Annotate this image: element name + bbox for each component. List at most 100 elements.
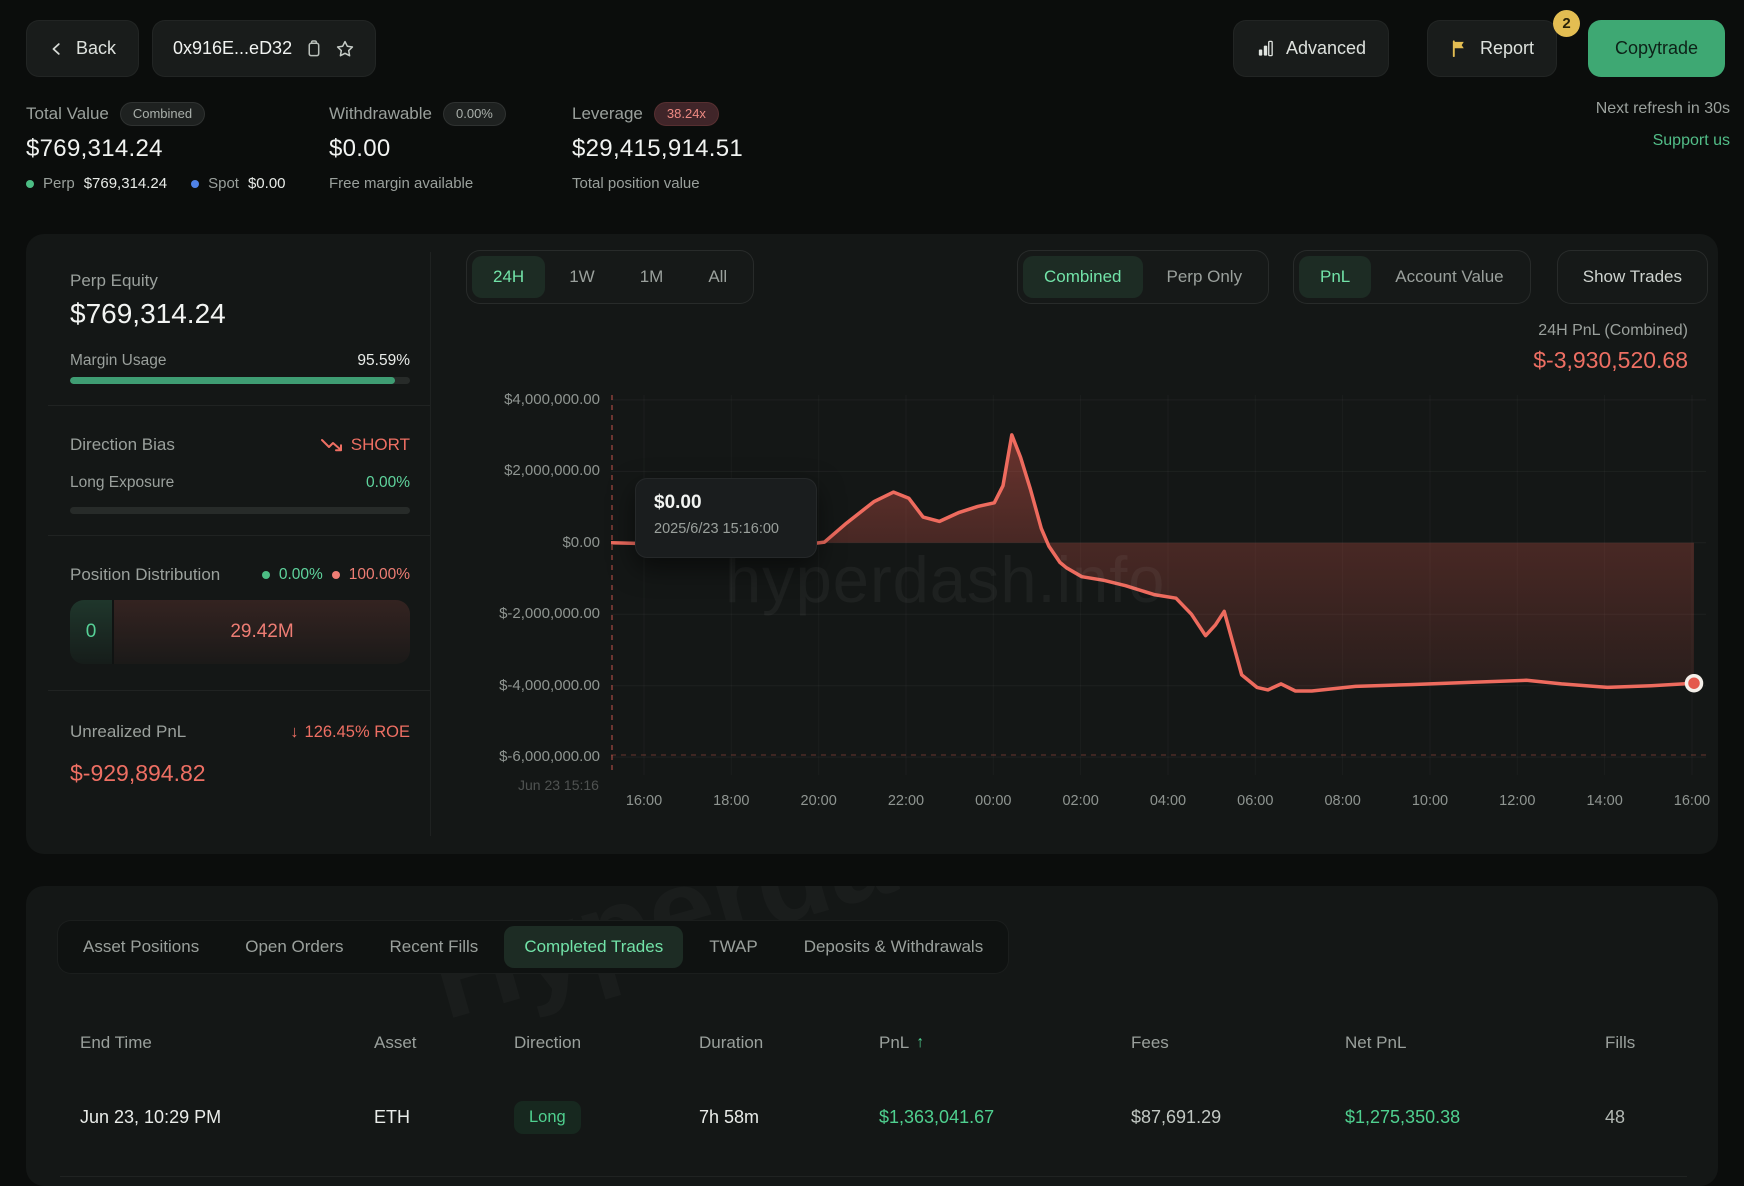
back-button[interactable]: Back	[26, 20, 139, 77]
report-count-badge: 2	[1553, 10, 1580, 37]
report-button[interactable]: Report	[1427, 20, 1557, 77]
tab-recent-fills[interactable]: Recent Fills	[370, 926, 499, 968]
x-tick: 02:00	[1046, 793, 1116, 809]
tab-open-orders[interactable]: Open Orders	[225, 926, 363, 968]
x-tick: 16:00	[609, 793, 679, 809]
col-header-fees[interactable]: Fees	[1131, 1033, 1345, 1053]
cell-pnl: $1,363,041.67	[879, 1107, 1131, 1128]
col-header-fills[interactable]: Fills	[1605, 1033, 1687, 1053]
long-amount: 0	[70, 600, 114, 664]
tab-twap[interactable]: TWAP	[689, 926, 777, 968]
chevron-left-icon	[49, 41, 65, 57]
chart-tooltip: $0.00 2025/6/23 15:16:00	[635, 478, 817, 558]
metric-tab-pnl[interactable]: PnL	[1299, 256, 1371, 298]
withdrawable-value: $0.00	[329, 135, 506, 163]
range-tab-1w[interactable]: 1W	[548, 256, 616, 298]
x-tick: 12:00	[1482, 793, 1552, 809]
wallet-address-pill[interactable]: 0x916E...eD32	[152, 20, 376, 77]
leverage-value: $29,415,914.51	[572, 135, 743, 163]
pnl-chart-plot[interactable]	[611, 390, 1706, 775]
tab-asset-positions[interactable]: Asset Positions	[63, 926, 219, 968]
leverage-sub: Total position value	[572, 175, 700, 192]
spot-value: $0.00	[248, 175, 286, 192]
margin-usage-bar	[70, 377, 410, 384]
scope-tabs: CombinedPerp Only	[1017, 250, 1269, 304]
scope-tab-combined[interactable]: Combined	[1023, 256, 1143, 298]
stat-leverage: Leverage 38.24x $29,415,914.51 Total pos…	[572, 100, 743, 192]
tab-deposits-withdrawals[interactable]: Deposits & Withdrawals	[784, 926, 1004, 968]
back-label: Back	[76, 38, 116, 59]
direction-bias-value: SHORT	[351, 435, 410, 455]
col-header-pnl[interactable]: PnL↑	[879, 1033, 1131, 1053]
tooltip-value: $0.00	[654, 492, 798, 514]
perp-value: $769,314.24	[84, 175, 167, 192]
cell-fees: $87,691.29	[1131, 1107, 1345, 1128]
report-label: Report	[1480, 38, 1534, 59]
copy-icon[interactable]	[305, 39, 322, 58]
short-pct: 100.00%	[349, 566, 410, 584]
y-tick: $-4,000,000.00	[440, 676, 600, 696]
table-row[interactable]: Jun 23, 10:29 PMETHLong7h 58m$1,363,041.…	[60, 1078, 1687, 1156]
range-tab-all[interactable]: All	[687, 256, 748, 298]
perp-dot-icon	[26, 180, 34, 188]
copytrade-button[interactable]: Copytrade	[1588, 20, 1725, 77]
col-header-net-pnl[interactable]: Net PnL	[1345, 1033, 1605, 1053]
direction-bias-label: Direction Bias	[70, 435, 175, 455]
perp-label: Perp	[43, 175, 75, 192]
x-tick: 14:00	[1570, 793, 1640, 809]
col-label: PnL	[879, 1033, 909, 1053]
overview-panel: Perp Equity $769,314.24 Margin Usage 95.…	[26, 234, 1718, 854]
col-header-duration[interactable]: Duration	[699, 1033, 879, 1053]
col-header-direction[interactable]: Direction	[514, 1033, 699, 1053]
star-icon[interactable]	[335, 39, 355, 59]
margin-usage-label: Margin Usage	[70, 352, 167, 370]
support-us-link[interactable]: Support us	[1653, 132, 1730, 150]
long-pct: 0.00%	[279, 566, 323, 584]
col-label: Duration	[699, 1033, 763, 1053]
row-divider	[60, 1176, 1687, 1177]
y-tick: $-2,000,000.00	[440, 604, 600, 624]
total-value: $769,314.24	[26, 135, 286, 163]
vertical-divider	[430, 252, 431, 836]
page: Back 0x916E...eD32 Advanced Report 2 Cop…	[0, 0, 1744, 1186]
col-header-end-time[interactable]: End Time	[80, 1033, 374, 1053]
copytrade-label: Copytrade	[1615, 38, 1698, 59]
x-tick: 00:00	[958, 793, 1028, 809]
flag-icon	[1450, 39, 1469, 58]
combined-badge: Combined	[120, 102, 205, 126]
bar-chart-icon	[1256, 39, 1275, 58]
leverage-badge: 38.24x	[654, 102, 719, 126]
x-tick: 22:00	[871, 793, 941, 809]
x-tick: 10:00	[1395, 793, 1465, 809]
col-header-asset[interactable]: Asset	[374, 1033, 514, 1053]
roe-value: 126.45% ROE	[305, 723, 410, 742]
perp-equity-value: $769,314.24	[70, 298, 410, 330]
pnl-area-fill	[611, 435, 1694, 691]
divider	[48, 690, 430, 691]
scope-tab-perp-only[interactable]: Perp Only	[1146, 256, 1264, 298]
metric-tab-account-value[interactable]: Account Value	[1374, 256, 1524, 298]
trades-tab-bar: Asset PositionsOpen OrdersRecent FillsCo…	[57, 920, 1009, 974]
cell-direction: Long	[514, 1101, 699, 1134]
chart-start-time-note: Jun 23 15:16	[518, 777, 599, 793]
range-tab-24h[interactable]: 24H	[472, 256, 545, 298]
stat-withdrawable: Withdrawable 0.00% $0.00 Free margin ava…	[329, 100, 506, 192]
tooltip-time: 2025/6/23 15:16:00	[654, 521, 798, 537]
advanced-button[interactable]: Advanced	[1233, 20, 1389, 77]
stat-total-value: Total Value Combined $769,314.24 Perp $7…	[26, 100, 286, 192]
col-label: Fills	[1605, 1033, 1635, 1053]
total-value-label: Total Value	[26, 104, 109, 124]
wallet-address: 0x916E...eD32	[173, 38, 292, 59]
cell-asset: ETH	[374, 1107, 514, 1128]
show-trades-button[interactable]: Show Trades	[1557, 250, 1708, 304]
tab-completed-trades[interactable]: Completed Trades	[504, 926, 683, 968]
withdrawable-sub: Free margin available	[329, 175, 473, 192]
trending-down-icon	[321, 438, 343, 453]
margin-usage-value: 95.59%	[357, 352, 410, 370]
x-tick: 06:00	[1220, 793, 1290, 809]
arrow-down-icon: ↓	[290, 723, 298, 742]
range-tab-1m[interactable]: 1M	[619, 256, 685, 298]
long-exposure-value: 0.00%	[366, 474, 410, 492]
long-dot-icon	[262, 571, 270, 579]
advanced-label: Advanced	[1286, 38, 1366, 59]
